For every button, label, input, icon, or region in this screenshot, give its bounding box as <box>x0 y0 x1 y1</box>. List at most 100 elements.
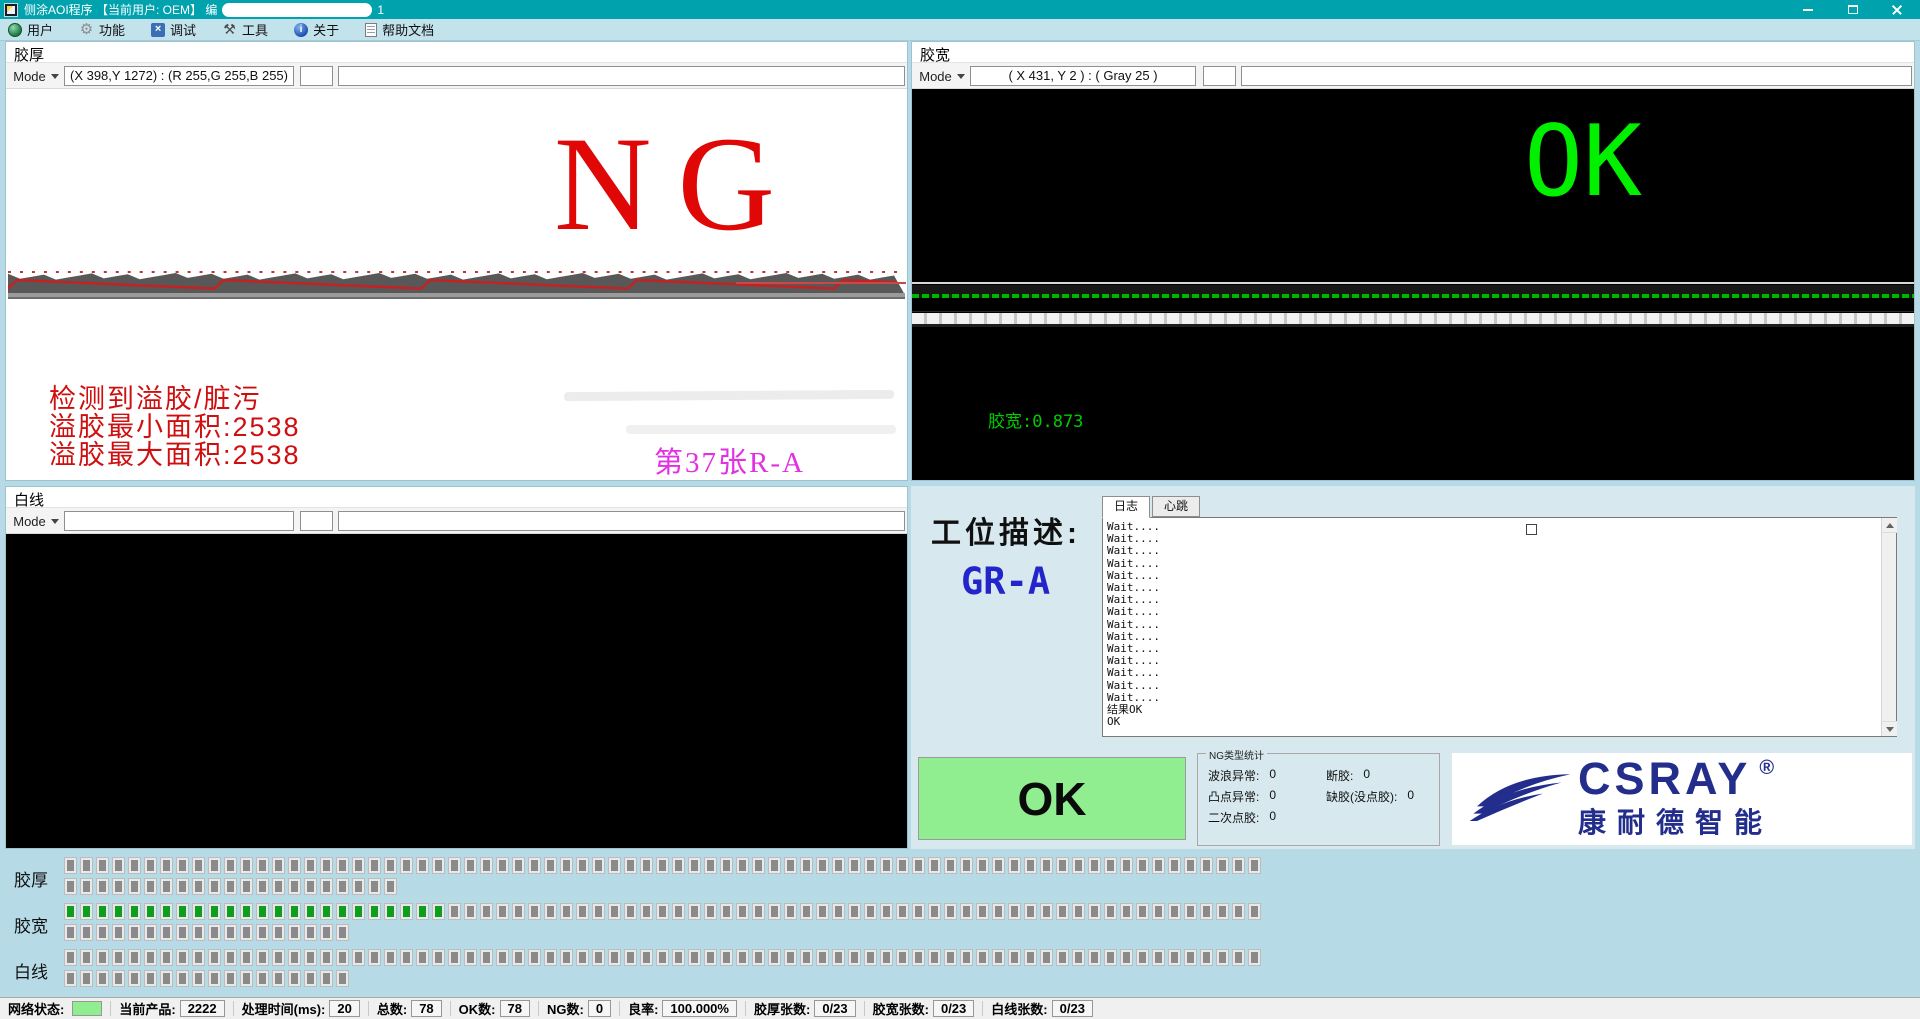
indicator-cell <box>128 878 141 895</box>
indicator-cell <box>208 924 221 941</box>
indicator-cell <box>336 949 349 966</box>
indicator-cell <box>560 949 573 966</box>
wide-field-jiaokuan <box>1241 66 1912 86</box>
scroll-up-icon[interactable] <box>1882 518 1897 533</box>
ng-stats-title: NG类型统计 <box>1206 747 1267 762</box>
log-line: Wait.... <box>1107 606 1877 618</box>
frame-indicator-area: 胶厚胶宽白线 <box>0 857 1920 996</box>
indicator-cell <box>176 857 189 874</box>
indicator-cell <box>624 857 637 874</box>
chevron-down-icon <box>51 74 59 79</box>
menu-item-function[interactable]: ⚙功能 <box>79 20 125 39</box>
redaction-blob <box>222 3 372 17</box>
panel-toolbar: Mode ( X 431, Y 2 ) : ( Gray 25 ) <box>912 63 1914 89</box>
indicator-cell <box>1184 857 1197 874</box>
indicator-cell <box>320 970 333 987</box>
status-label: NG数: <box>547 999 584 1018</box>
indicator-cell <box>752 903 765 920</box>
menu-item-help[interactable]: 帮助文档 <box>365 20 434 39</box>
indicator-cell <box>960 857 973 874</box>
indicator-cell <box>848 857 861 874</box>
mode-dropdown-jiaohou[interactable]: Mode <box>12 66 60 86</box>
wing-icon <box>1466 768 1576 830</box>
indicator-cell <box>544 903 557 920</box>
edge-stripe <box>912 282 1914 284</box>
indicator-cell <box>640 857 653 874</box>
log-line: Wait.... <box>1107 582 1877 594</box>
mode-dropdown-jiaokuan[interactable]: Mode <box>918 66 966 86</box>
menu-item-user[interactable]: 用户 <box>8 20 53 39</box>
indicator-cell <box>576 949 589 966</box>
indicator-cell <box>112 857 125 874</box>
log-tab-1[interactable]: 心跳 <box>1152 496 1200 517</box>
ng-stat-row: 二次点胶:0 <box>1208 809 1326 830</box>
mode-dropdown-baixian[interactable]: Mode <box>12 511 60 531</box>
ng-stat-value: 0 <box>1269 788 1276 809</box>
indicator-row <box>64 878 400 895</box>
image-view-jiaohou[interactable]: NG 检测到溢胶/脏污 溢胶最小面积:2538 溢胶最大面积:2538 第37张… <box>6 89 907 480</box>
menu-item-tools[interactable]: ⚒工具 <box>222 20 268 39</box>
log-line: Wait.... <box>1107 680 1877 692</box>
log-line: Wait.... <box>1107 570 1877 582</box>
indicator-cell <box>1232 903 1245 920</box>
indicator-cell <box>1168 857 1181 874</box>
log-line: Wait.... <box>1107 631 1877 643</box>
indicator-cell <box>288 878 301 895</box>
indicator-cell <box>128 970 141 987</box>
indicator-cell <box>112 949 125 966</box>
about-icon: i <box>294 23 308 37</box>
indicator-cell <box>1072 903 1085 920</box>
overall-result-button[interactable]: OK <box>918 757 1186 840</box>
indicator-cell <box>448 857 461 874</box>
station-desc-label: 工位描述: <box>931 508 1081 552</box>
indicator-cell <box>720 949 733 966</box>
image-view-baixian[interactable] <box>6 534 907 848</box>
indicator-cell <box>768 857 781 874</box>
defect-line-3: 溢胶最大面积:2538 <box>49 441 301 469</box>
indicator-cell <box>1024 857 1037 874</box>
menu-item-about[interactable]: i关于 <box>294 20 339 39</box>
indicator-cell <box>1040 949 1053 966</box>
panel-toolbar: Mode (X 398,Y 1272) : (R 255,G 255,B 255… <box>6 63 907 89</box>
indicator-cell <box>912 903 925 920</box>
log-scrollbar[interactable] <box>1881 518 1896 736</box>
indicator-cell <box>208 903 221 920</box>
log-checkbox[interactable] <box>1526 524 1537 535</box>
menu-item-label: 功能 <box>99 20 125 39</box>
indicator-cell <box>208 970 221 987</box>
indicator-cell <box>752 949 765 966</box>
log-line: Wait.... <box>1107 655 1877 667</box>
indicator-cell <box>304 878 317 895</box>
indicator-cell <box>336 970 349 987</box>
indicator-cell <box>432 857 445 874</box>
indicator-cell <box>320 924 333 941</box>
indicator-cell <box>896 949 909 966</box>
brand-logo: CSRAY ® 康耐德智能 <box>1452 753 1912 845</box>
ng-stat-label: 断胶: <box>1326 767 1353 788</box>
indicator-cell <box>96 903 109 920</box>
status-separator <box>233 1001 234 1016</box>
image-view-jiaokuan[interactable]: OK 胶宽:0.873 <box>912 89 1914 480</box>
minimize-button[interactable] <box>1785 0 1830 19</box>
indicator-cell <box>608 949 621 966</box>
close-button[interactable] <box>1875 0 1920 19</box>
indicator-cell <box>784 857 797 874</box>
log-list[interactable]: Wait....Wait....Wait....Wait....Wait....… <box>1104 519 1880 735</box>
indicator-cell <box>864 857 877 874</box>
log-tab-bar: 日志心跳 <box>1102 496 1202 517</box>
scribble-mark <box>564 390 894 401</box>
indicator-cell <box>272 903 285 920</box>
log-tab-0[interactable]: 日志 <box>1102 496 1150 518</box>
indicator-cell <box>432 949 445 966</box>
indicator-cell <box>240 924 253 941</box>
panel-header: 白线 <box>6 487 907 508</box>
indicator-cell <box>656 949 669 966</box>
defect-annotation: 检测到溢胶/脏污 溢胶最小面积:2538 溢胶最大面积:2538 <box>49 385 301 469</box>
indicator-cell <box>832 857 845 874</box>
indicator-cell <box>144 903 157 920</box>
maximize-button[interactable] <box>1830 0 1875 19</box>
menu-item-debug[interactable]: ×调试 <box>151 20 196 39</box>
indicator-cell <box>384 903 397 920</box>
indicator-cell <box>192 924 205 941</box>
scroll-down-icon[interactable] <box>1882 721 1897 736</box>
